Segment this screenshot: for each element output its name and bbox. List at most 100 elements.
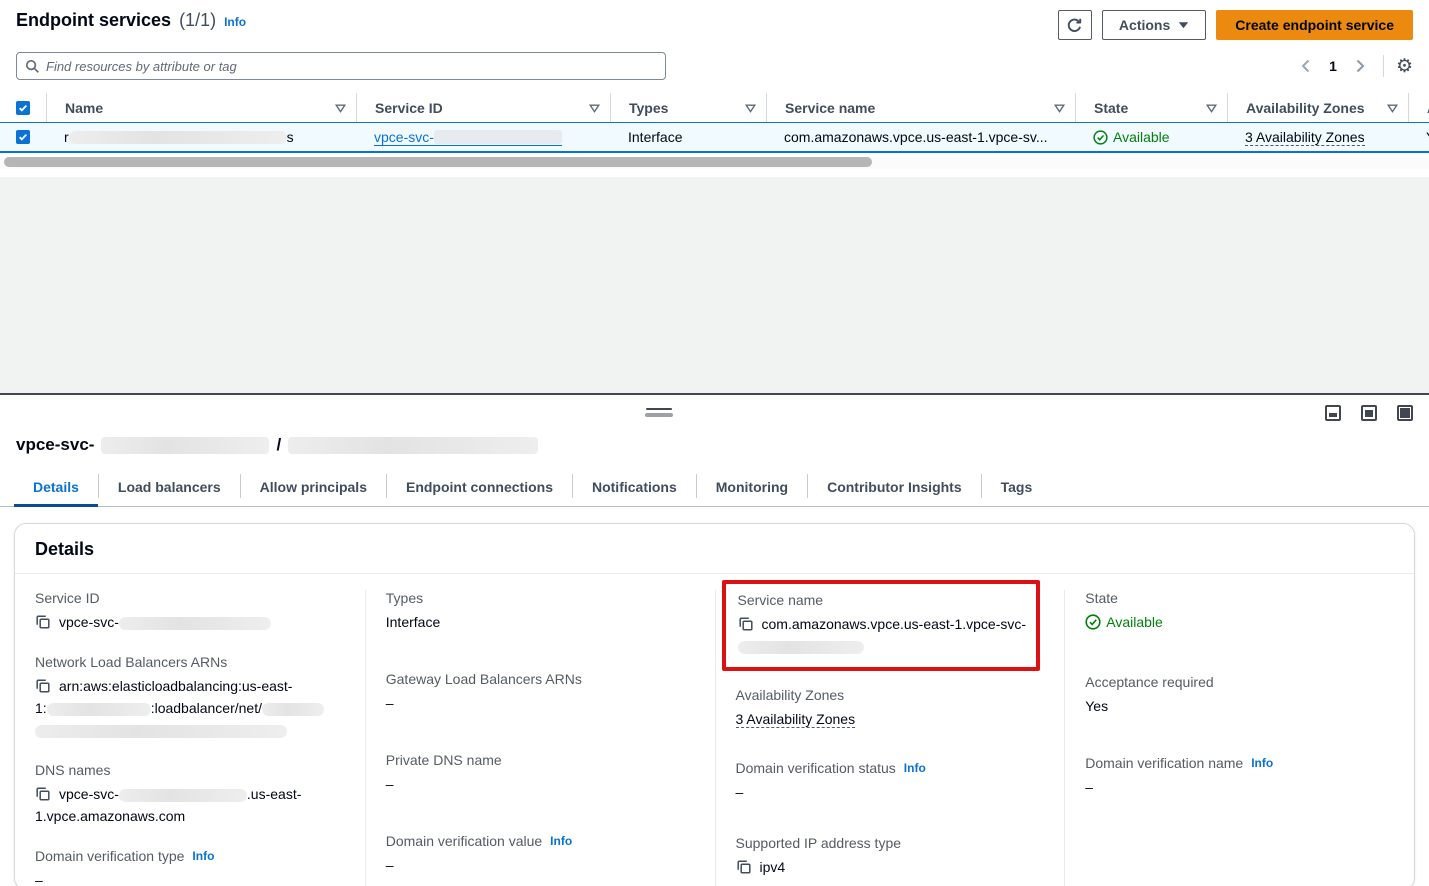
tab-endpoint-connections[interactable]: Endpoint connections (387, 470, 572, 506)
cell-name: r s (46, 129, 356, 145)
search-input[interactable] (46, 59, 657, 74)
refresh-icon (1066, 17, 1083, 34)
redacted-text (738, 641, 864, 654)
page-number[interactable]: 1 (1323, 58, 1343, 74)
column-header-service-name[interactable]: Service name (766, 93, 1075, 122)
availability-zones-popover-trigger[interactable]: 3 Availability Zones (736, 711, 856, 728)
sort-icon (1387, 100, 1398, 116)
toolbar: Actions Create endpoint service (1058, 10, 1413, 40)
availability-zones-popover-trigger[interactable]: 3 Availability Zones (1245, 129, 1365, 146)
service-name-highlight-box: Service name com.amazonaws.vpce.us-east-… (722, 580, 1041, 671)
create-endpoint-service-button[interactable]: Create endpoint service (1216, 10, 1413, 40)
field-types: Types Interface (386, 590, 695, 633)
field-gwlb-arns: Gateway Load Balancers ARNs – (386, 671, 695, 714)
field-nlb-arns: Network Load Balancers ARNs arn:aws:elas… (35, 654, 345, 741)
status-available-icon (1093, 130, 1108, 145)
redacted-text (101, 437, 269, 454)
column-header-name[interactable]: Name (46, 93, 356, 122)
tab-details[interactable]: Details (14, 470, 98, 506)
cell-service-id: vpce-svc- (356, 129, 610, 146)
column-header-availability-zones[interactable]: Availability Zones (1227, 93, 1408, 122)
pagination: 1 ⚙ (1295, 55, 1413, 77)
sort-icon (589, 100, 600, 116)
field-domain-verification-name: Domain verification name Info – (1085, 755, 1394, 798)
column-header-state[interactable]: State (1075, 93, 1227, 122)
redacted-text (288, 437, 538, 454)
tab-notifications[interactable]: Notifications (573, 470, 696, 506)
redacted-text (119, 789, 247, 802)
previous-page-button[interactable] (1295, 55, 1317, 77)
status-available-icon (1085, 614, 1101, 630)
tab-load-balancers[interactable]: Load balancers (99, 470, 240, 506)
preferences-gear-icon[interactable]: ⚙ (1396, 57, 1413, 76)
info-link[interactable]: Info (904, 761, 926, 775)
caret-down-icon (1178, 21, 1189, 29)
content-background (0, 177, 1429, 393)
redacted-text (262, 703, 324, 716)
field-domain-verification-status: Domain verification status Info – (736, 760, 1045, 803)
select-all-cell (0, 93, 46, 122)
panel-size-small-button[interactable] (1325, 405, 1341, 421)
tab-contributor-insights[interactable]: Contributor Insights (808, 470, 981, 506)
resource-count: (1/1) (179, 10, 216, 31)
sort-icon (1206, 100, 1217, 116)
service-id-link[interactable]: vpce-svc- (374, 129, 562, 146)
tab-allow-principals[interactable]: Allow principals (241, 470, 386, 506)
detail-tabs: Details Load balancers Allow principals … (0, 470, 1429, 507)
refresh-button[interactable] (1058, 10, 1092, 40)
cell-service-name: com.amazonaws.vpce.us-east-1.vpce-sv... (766, 129, 1075, 145)
cell-acceptance-required: Y (1408, 129, 1429, 145)
endpoint-services-table: Name Service ID Types Service name State… (0, 93, 1429, 153)
sort-icon (1054, 100, 1065, 116)
actions-button-label: Actions (1119, 17, 1170, 33)
copy-icon[interactable] (35, 614, 51, 630)
details-column-2: Types Interface Gateway Load Balancers A… (365, 590, 715, 886)
column-header-types[interactable]: Types (610, 93, 766, 122)
row-checkbox[interactable] (16, 130, 30, 144)
info-link[interactable]: Info (224, 15, 246, 29)
split-panel-drag-handle[interactable] (645, 408, 673, 417)
split-panel-title: vpce-svc- / (16, 435, 1413, 455)
horizontal-scrollbar (0, 157, 1429, 169)
search-icon (25, 59, 40, 74)
details-card-body: Service ID vpce-svc- Network Load Balanc… (15, 574, 1414, 886)
info-link[interactable]: Info (550, 834, 572, 848)
table-row[interactable]: r s vpce-svc- Interface com.amazonaws.vp… (0, 122, 1429, 153)
field-domain-verification-value: Domain verification value Info – (386, 833, 695, 876)
column-header-acceptance-required[interactable]: A (1408, 93, 1429, 122)
field-private-dns-name: Private DNS name – (386, 752, 695, 795)
tab-monitoring[interactable]: Monitoring (697, 470, 807, 506)
copy-icon[interactable] (35, 678, 51, 694)
redacted-text (69, 131, 287, 144)
divider (1383, 55, 1384, 77)
panel-size-large-button[interactable] (1397, 405, 1413, 421)
page-title: Endpoint services (16, 10, 171, 31)
tab-tags[interactable]: Tags (982, 470, 1052, 506)
copy-icon[interactable] (35, 786, 51, 802)
sort-icon (335, 100, 346, 116)
copy-icon[interactable] (736, 859, 752, 875)
copy-icon[interactable] (738, 616, 754, 632)
details-column-4: State Available Acceptance required Yes (1064, 590, 1414, 886)
select-all-checkbox[interactable] (16, 101, 30, 115)
cell-types: Interface (610, 129, 766, 145)
horizontal-scrollbar-thumb[interactable] (4, 157, 872, 167)
redacted-text (35, 725, 287, 738)
info-link[interactable]: Info (1251, 756, 1273, 770)
field-state: State Available (1085, 590, 1394, 636)
column-header-service-id[interactable]: Service ID (356, 93, 610, 122)
sort-icon (745, 100, 756, 116)
table-header-row: Name Service ID Types Service name State… (0, 93, 1429, 122)
actions-button[interactable]: Actions (1102, 10, 1206, 40)
field-service-id: Service ID vpce-svc- (35, 590, 345, 633)
next-page-button[interactable] (1349, 55, 1371, 77)
search-box (16, 52, 666, 80)
details-column-1: Service ID vpce-svc- Network Load Balanc… (15, 590, 365, 886)
field-acceptance-required: Acceptance required Yes (1085, 674, 1394, 717)
info-link[interactable]: Info (192, 849, 214, 863)
row-select-cell (0, 130, 46, 144)
panel-size-medium-button[interactable] (1361, 405, 1377, 421)
redacted-text (434, 130, 562, 144)
controls-row: 1 ⚙ (0, 40, 1429, 80)
endpoint-services-list-section: Endpoint services (1/1) Info Actions Cre… (0, 0, 1429, 177)
